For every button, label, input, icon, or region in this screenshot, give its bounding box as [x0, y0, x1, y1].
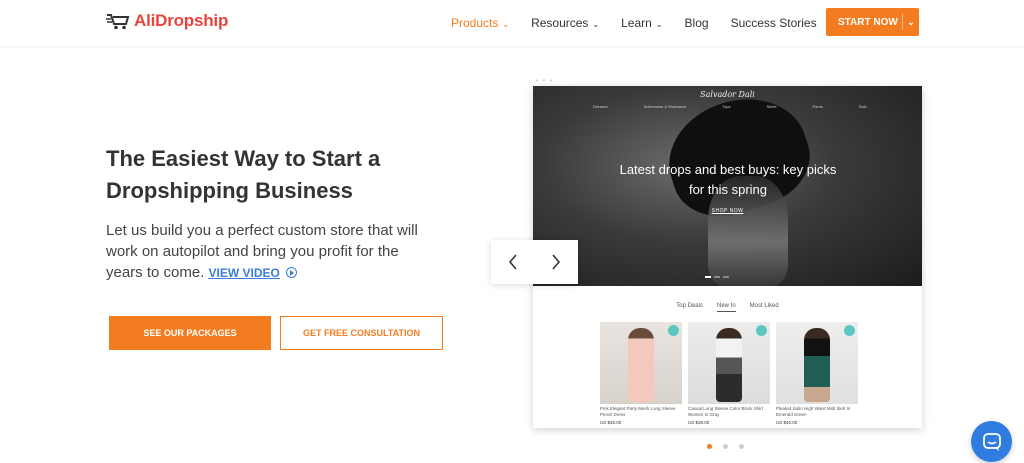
- new-badge: [668, 325, 679, 336]
- nav-blog[interactable]: Blog: [685, 16, 709, 30]
- play-icon[interactable]: [286, 267, 298, 278]
- store-menu-item: Activewear & Workwear: [643, 104, 687, 109]
- chevron-left-icon: [508, 254, 517, 270]
- carousel-dots: [707, 444, 744, 449]
- banner-dot: [705, 276, 711, 278]
- logo-text: AliDropship: [134, 11, 229, 30]
- new-badge: [756, 325, 767, 336]
- product-tabs: Top Deals New In Most Liked: [533, 303, 922, 312]
- hero-title: The Easiest Way to Start a Dropshipping …: [106, 146, 381, 203]
- nav-label: Success Stories: [730, 16, 817, 30]
- chevron-down-icon: ⌄: [502, 19, 510, 29]
- carousel-arrows: [491, 240, 578, 284]
- store-menu-item: Skirts: [766, 104, 777, 109]
- carousel-next-button[interactable]: [535, 240, 579, 284]
- nav-learn[interactable]: Learn ⌄: [621, 16, 662, 30]
- product-image: [688, 322, 770, 404]
- tab-most-liked: Most Liked: [749, 303, 779, 309]
- product-price: US $38.00: [688, 420, 710, 425]
- carousel-dot[interactable]: [723, 444, 728, 449]
- model-figure: [628, 328, 654, 402]
- tab-top-deals: Top Deals: [676, 303, 703, 309]
- see-packages-button[interactable]: SEE OUR PACKAGES: [109, 316, 271, 350]
- store-menu-item: Tops: [722, 104, 731, 109]
- product-name: Pink Elegant Party Mesh Long Sleeve Penc…: [600, 406, 676, 417]
- nav-resources[interactable]: Resources ⌄: [531, 16, 599, 30]
- model-figure: [804, 328, 830, 402]
- product-image: [776, 322, 858, 404]
- product-grid: Pink Elegant Party Mesh Long Sleeve Penc…: [600, 322, 858, 425]
- new-badge: [844, 325, 855, 336]
- view-video-link[interactable]: VIEW VIDEO: [209, 266, 280, 280]
- store-preview: Salvador Dali Dresses Activewear & Workw…: [533, 86, 922, 428]
- nav-label: Learn: [621, 16, 652, 30]
- chat-icon: [982, 432, 1001, 451]
- view-video-label: VIEW VIDEO: [208, 266, 280, 280]
- model-figure: [716, 328, 742, 402]
- nav-success-stories[interactable]: Success Stories: [731, 16, 817, 30]
- preview-banner: Salvador Dali Dresses Activewear & Workw…: [533, 86, 922, 286]
- start-now-label: START NOW: [838, 16, 898, 28]
- chevron-right-icon: [552, 254, 561, 270]
- chevron-down-icon: ⌄: [655, 19, 663, 29]
- banner-indicator: [705, 276, 729, 278]
- carousel-dot[interactable]: [739, 444, 744, 449]
- product-image: [600, 322, 682, 404]
- store-menu: Dresses Activewear & Workwear Tops Skirt…: [593, 104, 867, 109]
- store-menu-item: Sale: [858, 104, 867, 109]
- start-now-button[interactable]: START NOW ⌄: [826, 8, 919, 36]
- tab-new-in: New In: [716, 303, 736, 312]
- site-header: AliDropship Products ⌄ Resources ⌄ Learn…: [0, 0, 1024, 46]
- logo[interactable]: AliDropship: [106, 11, 228, 31]
- product-card: Casual Long Sleeve Color Block Shirt Wom…: [688, 322, 770, 425]
- nav-label: Products: [451, 16, 499, 30]
- banner-dot: [723, 276, 729, 278]
- product-card: Pink Elegant Party Mesh Long Sleeve Penc…: [600, 322, 682, 425]
- free-consultation-button[interactable]: GET FREE CONSULTATION: [280, 316, 443, 350]
- store-menu-item: Dresses: [593, 104, 608, 109]
- cart-icon: [106, 14, 130, 30]
- promo-text: Latest drops and best buys: key picks fo…: [619, 162, 837, 197]
- chevron-down-icon[interactable]: ⌄: [903, 17, 919, 28]
- product-price: US $40.00: [776, 420, 798, 425]
- product-price: US $48.00: [600, 420, 622, 425]
- store-brand: Salvador Dali: [700, 90, 755, 99]
- product-name: Casual Long Sleeve Color Block Shirt Wom…: [688, 406, 764, 417]
- shop-now-link: SHOP NOW: [711, 208, 744, 214]
- carousel-dot[interactable]: [707, 444, 712, 449]
- nav-label: Resources: [531, 16, 589, 30]
- chevron-down-icon: ⌄: [592, 19, 600, 29]
- product-name: Pleated Satin High Waist Midi Skirt In E…: [776, 406, 851, 417]
- carousel-prev-button[interactable]: [491, 240, 535, 284]
- nav-label: Blog: [684, 16, 709, 30]
- nav-products[interactable]: Products ⌄: [451, 16, 509, 30]
- store-menu-item: Pants: [812, 104, 823, 109]
- window-dots: • • •: [536, 78, 555, 84]
- product-card: Pleated Satin High Waist Midi Skirt In E…: [776, 322, 858, 425]
- banner-dot: [714, 276, 720, 278]
- hero-description: Let us build you a perfect custom store …: [106, 220, 436, 284]
- chat-button[interactable]: [971, 421, 1012, 462]
- main-nav: Products ⌄ Resources ⌄ Learn ⌄ Blog Succ…: [451, 0, 817, 46]
